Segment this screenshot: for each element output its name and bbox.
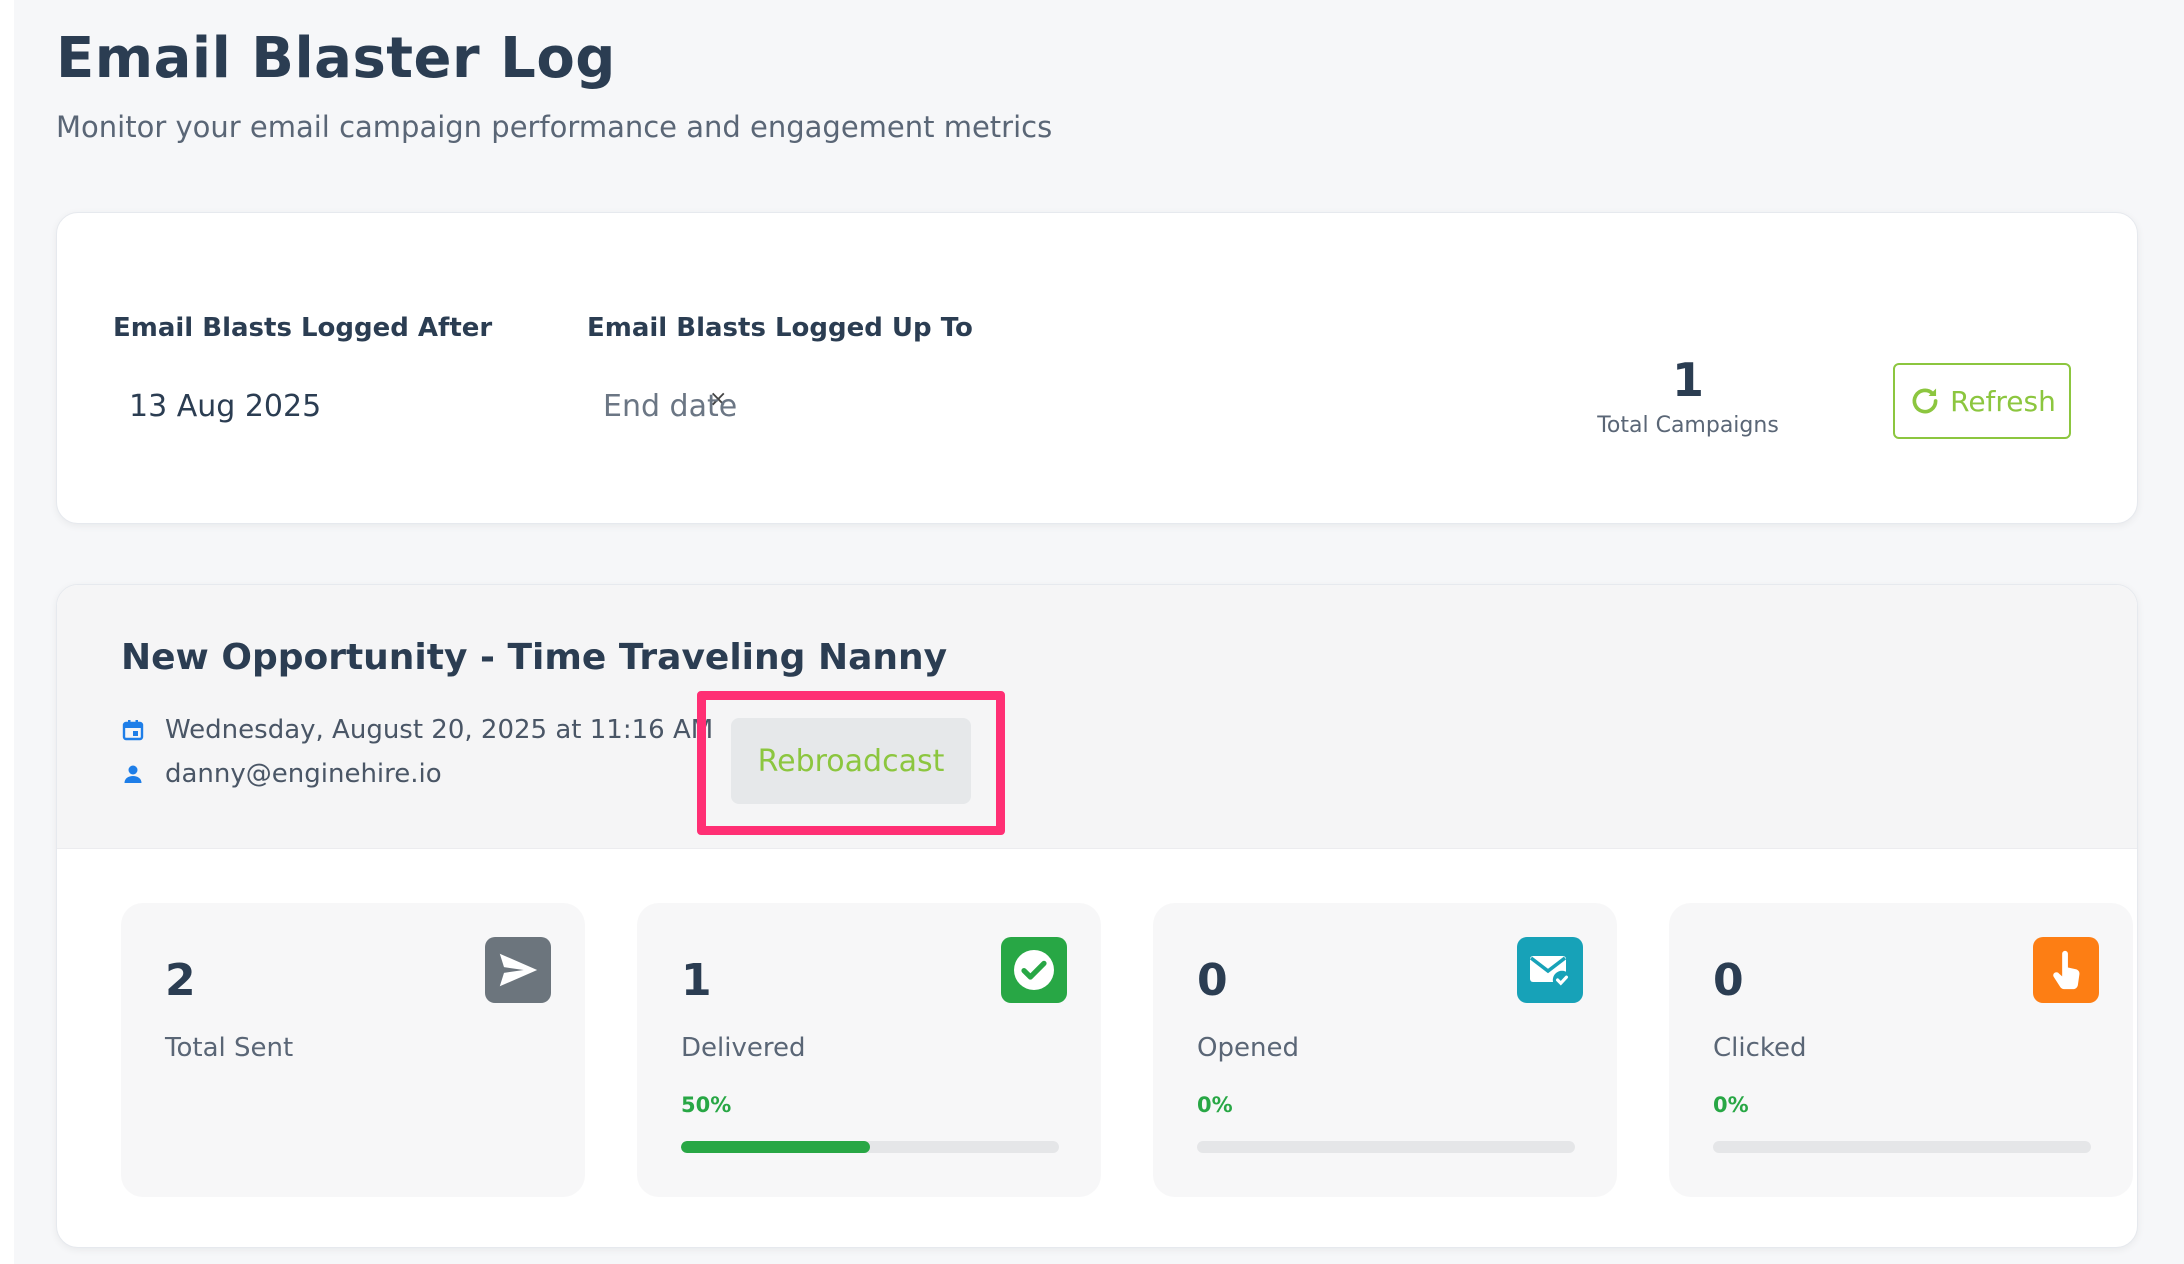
campaign-card: New Opportunity - Time Traveling Nanny W… [56, 584, 2138, 1248]
progress-bar [681, 1141, 1059, 1153]
campaign-title: New Opportunity - Time Traveling Nanny [121, 637, 948, 678]
metric-card-total-sent: 2 Total Sent [121, 903, 585, 1197]
progress-bar [1713, 1141, 2091, 1153]
pointer-hand-icon [2033, 937, 2099, 1003]
page-title: Email Blaster Log [56, 26, 616, 91]
progress-bar [1197, 1141, 1575, 1153]
metric-label: Clicked [1713, 1033, 1807, 1063]
campaign-date-row: Wednesday, August 20, 2025 at 11:16 AM [121, 715, 713, 745]
calendar-icon [122, 720, 144, 741]
page: Email Blaster Log Monitor your email cam… [14, 0, 2184, 1264]
metric-value: 0 [1197, 955, 1228, 1006]
rebroadcast-highlight: Rebroadcast [697, 691, 1005, 835]
campaign-header: New Opportunity - Time Traveling Nanny W… [57, 585, 2137, 849]
campaign-sender: danny@enginehire.io [165, 759, 442, 789]
user-icon [124, 765, 142, 783]
refresh-button[interactable]: Refresh [1893, 363, 2071, 439]
refresh-label: Refresh [1950, 384, 2056, 418]
refresh-icon [1912, 388, 1938, 414]
metric-percent: 0% [1197, 1093, 1233, 1117]
logged-up-to-date-input[interactable] [603, 381, 1123, 431]
logged-after-date-input[interactable] [129, 381, 649, 431]
envelope-open-icon [1517, 937, 1583, 1003]
filter-card: Email Blasts Logged After × Email Blasts… [56, 212, 2138, 524]
metric-value: 2 [165, 955, 196, 1006]
metric-label: Total Sent [165, 1033, 294, 1063]
logged-up-to-label: Email Blasts Logged Up To [587, 313, 973, 343]
metric-card-clicked: 0 Clicked 0% [1669, 903, 2133, 1197]
total-campaigns-label: Total Campaigns [1597, 413, 1779, 438]
campaign-sender-row: danny@enginehire.io [121, 759, 442, 789]
metric-card-delivered: 1 Delivered 50% [637, 903, 1101, 1197]
send-icon [485, 937, 551, 1003]
rebroadcast-button[interactable]: Rebroadcast [731, 718, 971, 804]
progress-fill [681, 1141, 870, 1153]
metric-label: Delivered [681, 1033, 806, 1063]
metric-label: Opened [1197, 1033, 1299, 1063]
total-campaigns-count: 1 [1671, 353, 1704, 407]
metric-percent: 0% [1713, 1093, 1749, 1117]
check-circle-icon [1001, 937, 1067, 1003]
metric-card-opened: 0 Opened 0% [1153, 903, 1617, 1197]
logged-after-label: Email Blasts Logged After [113, 313, 493, 343]
page-subtitle: Monitor your email campaign performance … [56, 110, 1053, 144]
campaign-date: Wednesday, August 20, 2025 at 11:16 AM [165, 715, 714, 745]
metric-value: 1 [681, 955, 712, 1006]
metric-percent: 50% [681, 1093, 732, 1117]
metric-value: 0 [1713, 955, 1744, 1006]
